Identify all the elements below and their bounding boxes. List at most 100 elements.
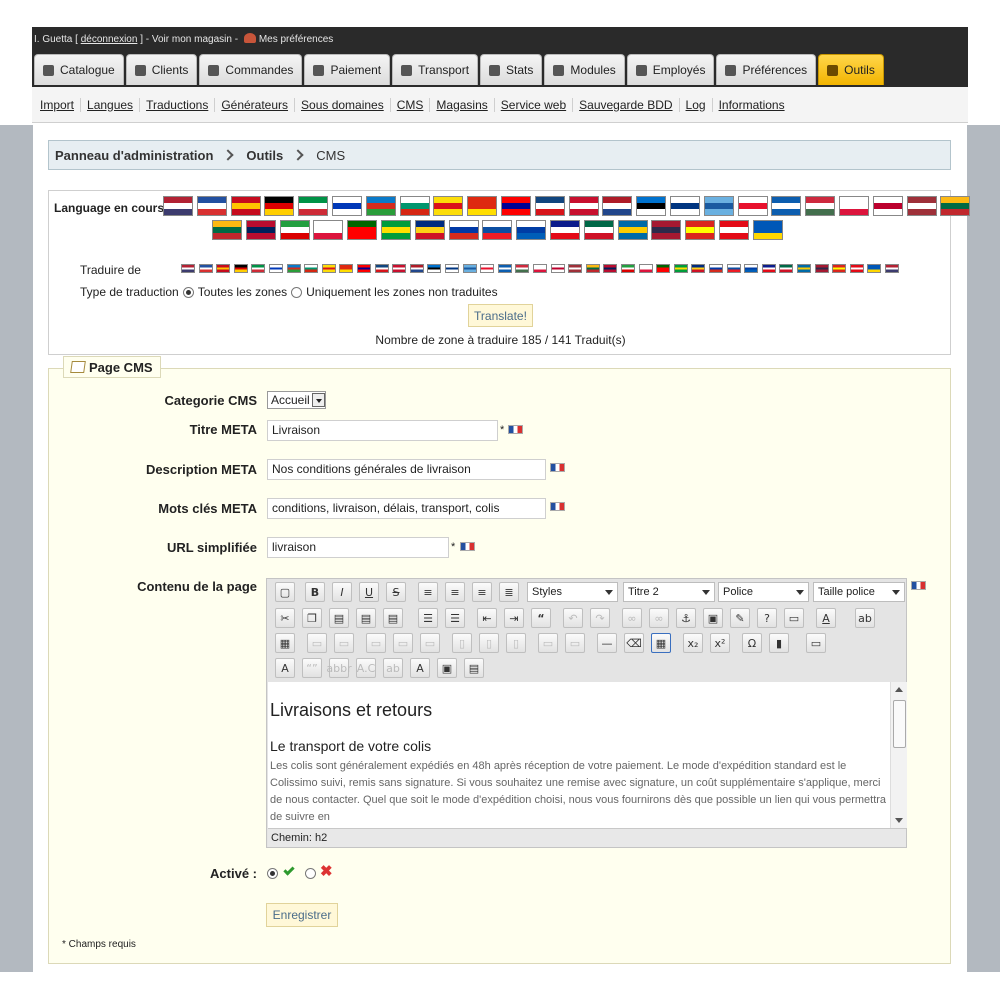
- undo-icon[interactable]: ↶: [563, 608, 583, 628]
- language-flag-icon[interactable]: [230, 196, 261, 216]
- tab-commandes[interactable]: Commandes: [199, 54, 303, 85]
- bullet-list-icon[interactable]: ☰: [418, 608, 438, 628]
- delete-col-icon[interactable]: ▯: [506, 633, 526, 653]
- source-language-flag-icon[interactable]: [585, 264, 600, 273]
- logout-link[interactable]: déconnexion: [81, 34, 138, 45]
- superscript-icon[interactable]: x²: [710, 633, 730, 653]
- flag-fr-icon[interactable]: [550, 502, 565, 511]
- language-flag-icon[interactable]: [685, 220, 716, 240]
- language-flag-icon[interactable]: [298, 196, 329, 216]
- flag-fr-icon[interactable]: [911, 581, 926, 590]
- editor-scrollbar[interactable]: [890, 682, 907, 828]
- language-flag-icon[interactable]: [467, 196, 498, 216]
- source-language-flag-icon[interactable]: [198, 264, 213, 273]
- source-language-flag-icon[interactable]: [621, 264, 635, 273]
- col-after-icon[interactable]: ▯: [479, 633, 499, 653]
- unlink-icon[interactable]: ∞: [649, 608, 669, 628]
- language-flag-icon[interactable]: [501, 196, 531, 216]
- meta-title-input[interactable]: Livraison: [267, 420, 498, 441]
- align-center-icon[interactable]: ≡: [445, 582, 465, 602]
- language-flag-icon[interactable]: [906, 196, 937, 216]
- active-yes-radio[interactable]: [267, 868, 278, 879]
- language-flag-icon[interactable]: [872, 196, 903, 216]
- untranslated-zones-radio[interactable]: [291, 286, 303, 298]
- ins-icon[interactable]: A: [410, 658, 430, 678]
- strikethrough-icon[interactable]: S: [386, 582, 406, 602]
- align-right-icon[interactable]: ≡: [472, 582, 492, 602]
- source-language-flag-icon[interactable]: [515, 264, 530, 273]
- language-flag-icon[interactable]: [737, 196, 768, 216]
- tab-clients[interactable]: Clients: [125, 54, 198, 85]
- paste-text-icon[interactable]: ▤: [356, 608, 376, 628]
- source-language-flag-icon[interactable]: [304, 264, 319, 273]
- cleanup-icon[interactable]: ✎: [730, 608, 750, 628]
- source-language-flag-icon[interactable]: [216, 264, 231, 273]
- language-flag-icon[interactable]: [583, 220, 614, 240]
- source-language-flag-icon[interactable]: [374, 264, 389, 273]
- delete-row-icon[interactable]: ▭: [420, 633, 440, 653]
- source-language-flag-icon[interactable]: [849, 264, 864, 273]
- source-language-flag-icon[interactable]: [691, 264, 706, 273]
- all-zones-radio[interactable]: [182, 286, 194, 298]
- breadcrumb-outils[interactable]: Outils: [246, 148, 283, 163]
- friendly-url-input[interactable]: livraison: [267, 537, 449, 558]
- active-no-radio[interactable]: [305, 868, 316, 879]
- source-language-flag-icon[interactable]: [286, 264, 301, 273]
- language-flag-icon[interactable]: [245, 220, 276, 240]
- language-flag-icon[interactable]: [550, 220, 580, 240]
- source-language-flag-icon[interactable]: [761, 264, 776, 273]
- subnav-informations[interactable]: Informations: [713, 98, 791, 112]
- meta-keywords-input[interactable]: conditions, livraison, délais, transport…: [267, 498, 546, 519]
- tab-catalogue[interactable]: Catalogue: [34, 54, 124, 85]
- subnav-cms[interactable]: CMS: [391, 97, 431, 112]
- split-cells-icon[interactable]: ▭: [538, 633, 558, 653]
- language-flag-icon[interactable]: [332, 196, 362, 216]
- source-language-flag-icon[interactable]: [867, 264, 882, 273]
- language-flag-icon[interactable]: [381, 220, 411, 240]
- language-flag-icon[interactable]: [313, 220, 344, 240]
- language-flag-icon[interactable]: [516, 220, 547, 240]
- language-flag-icon[interactable]: [414, 220, 445, 240]
- source-language-flag-icon[interactable]: [321, 264, 336, 273]
- language-flag-icon[interactable]: [771, 196, 802, 216]
- source-language-flag-icon[interactable]: [462, 264, 477, 273]
- source-language-flag-icon[interactable]: [709, 264, 723, 273]
- source-language-flag-icon[interactable]: [480, 264, 495, 273]
- translate-button[interactable]: Translate!: [468, 304, 533, 327]
- flag-fr-icon[interactable]: [460, 542, 475, 551]
- source-language-flag-icon[interactable]: [885, 264, 899, 273]
- language-flag-icon[interactable]: [617, 220, 648, 240]
- underline-icon[interactable]: U: [359, 582, 379, 602]
- source-language-flag-icon[interactable]: [357, 264, 371, 273]
- language-flag-icon[interactable]: [636, 196, 667, 216]
- save-button[interactable]: Enregistrer: [266, 903, 338, 927]
- source-language-flag-icon[interactable]: [251, 264, 266, 273]
- visual-aid-icon[interactable]: ▦: [651, 633, 671, 653]
- source-language-flag-icon[interactable]: [233, 264, 248, 273]
- language-flag-icon[interactable]: [703, 196, 734, 216]
- justify-icon[interactable]: ≣: [499, 582, 519, 602]
- image-icon[interactable]: ▣: [703, 608, 723, 628]
- source-language-flag-icon[interactable]: [638, 264, 653, 273]
- copy-icon[interactable]: ❐: [302, 608, 322, 628]
- help-icon[interactable]: ?: [757, 608, 777, 628]
- subnav-sauvegarde-bdd[interactable]: Sauvegarde BDD: [573, 97, 680, 112]
- bold-icon[interactable]: B: [305, 582, 325, 602]
- language-flag-icon[interactable]: [568, 196, 599, 216]
- language-flag-icon[interactable]: [264, 196, 295, 216]
- language-flag-icon[interactable]: [163, 196, 193, 216]
- language-flag-icon[interactable]: [365, 196, 396, 216]
- special-char-icon[interactable]: Ω: [742, 633, 762, 653]
- font-size-dropdown[interactable]: Taille police: [813, 582, 905, 602]
- category-select[interactable]: Accueil: [267, 391, 326, 409]
- source-language-flag-icon[interactable]: [269, 264, 283, 273]
- redo-icon[interactable]: ↷: [590, 608, 610, 628]
- outdent-icon[interactable]: ⇤: [477, 608, 497, 628]
- acronym-icon[interactable]: A.C: [356, 658, 376, 678]
- numbered-list-icon[interactable]: ☰: [445, 608, 465, 628]
- subnav-generateurs[interactable]: Générateurs: [215, 97, 296, 112]
- tab-paiement[interactable]: Paiement: [304, 54, 391, 85]
- subnav-service-web[interactable]: Service web: [495, 97, 574, 112]
- italic-icon[interactable]: I: [332, 582, 352, 602]
- source-language-flag-icon[interactable]: [656, 264, 671, 273]
